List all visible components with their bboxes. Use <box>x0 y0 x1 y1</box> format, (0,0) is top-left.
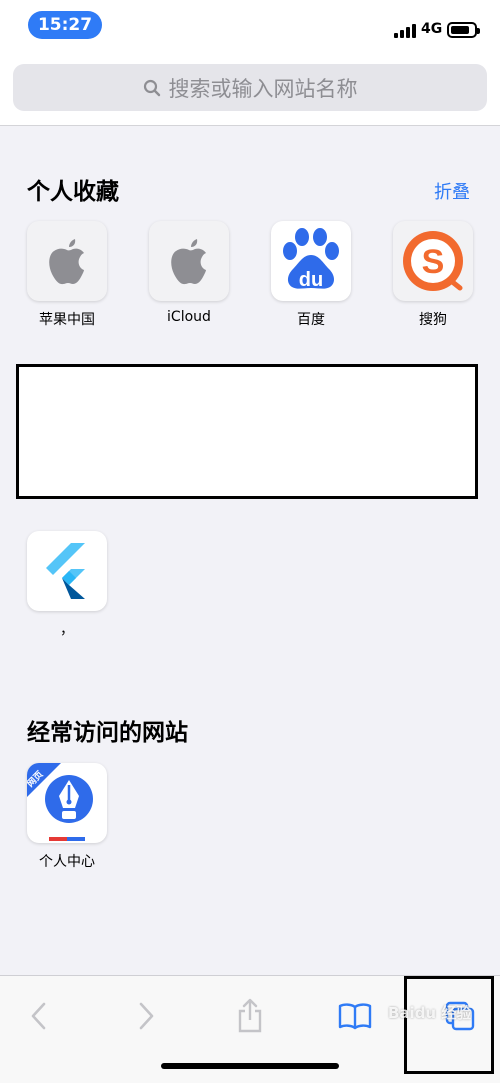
favorite-label: 搜狗 <box>419 312 447 328</box>
forward-button[interactable] <box>126 996 166 1036</box>
frequent-title: 经常访问的网站 <box>27 720 188 746</box>
redacted-area <box>16 364 478 499</box>
address-bar-area: 搜索或输入网站名称 <box>0 50 500 126</box>
bookmarks-button[interactable] <box>335 996 375 1036</box>
share-icon <box>238 998 262 1033</box>
home-indicator <box>161 1063 339 1069</box>
flutter-logo-icon <box>27 531 107 611</box>
favorite-tile-sogou[interactable]: S 搜狗 <box>393 221 473 329</box>
frequent-tile-personal-center[interactable]: 网页 个人中心 <box>27 763 107 871</box>
cellular-signal-icon <box>394 24 418 38</box>
apple-logo-icon <box>149 221 229 301</box>
favorite-label: iCloud <box>167 309 211 325</box>
fold-button[interactable]: 折叠 <box>434 178 470 204</box>
apple-logo-icon <box>27 221 107 301</box>
forward-icon <box>139 1002 154 1030</box>
search-placeholder: 搜索或输入网站名称 <box>168 76 358 101</box>
pen-nib-icon: 网页 <box>27 763 107 843</box>
favorite-tile-flutter[interactable]: ， <box>27 531 107 639</box>
back-icon <box>31 1002 46 1030</box>
bookmarks-icon <box>338 1003 372 1030</box>
favorite-label: ， <box>60 622 74 638</box>
svg-text:du: du <box>299 269 323 291</box>
baidu-paw-icon: du <box>271 221 351 301</box>
favorites-title: 个人收藏 <box>27 179 119 205</box>
status-time: 15:27 <box>28 11 102 39</box>
svg-text:S: S <box>422 243 445 281</box>
favorite-tile-baidu[interactable]: du 百度 <box>271 221 351 329</box>
favorite-label: 百度 <box>297 312 325 328</box>
network-type: 4G <box>421 21 443 37</box>
battery-icon <box>447 22 480 38</box>
status-bar: 15:27 4G <box>0 0 500 50</box>
share-button[interactable] <box>230 996 270 1036</box>
search-icon <box>143 79 160 96</box>
frequent-label: 个人中心 <box>39 854 95 870</box>
watermark: Baidu 经验 <box>388 1004 472 1022</box>
back-button[interactable] <box>19 996 59 1036</box>
tabs-highlight-box <box>404 976 494 1074</box>
favorite-label: 苹果中国 <box>39 312 95 328</box>
favorite-tile-icloud[interactable]: iCloud <box>149 221 229 325</box>
favorite-tile-apple-china[interactable]: 苹果中国 <box>27 221 107 329</box>
search-input[interactable]: 搜索或输入网站名称 <box>13 64 487 111</box>
sogou-s-icon: S <box>393 221 473 301</box>
